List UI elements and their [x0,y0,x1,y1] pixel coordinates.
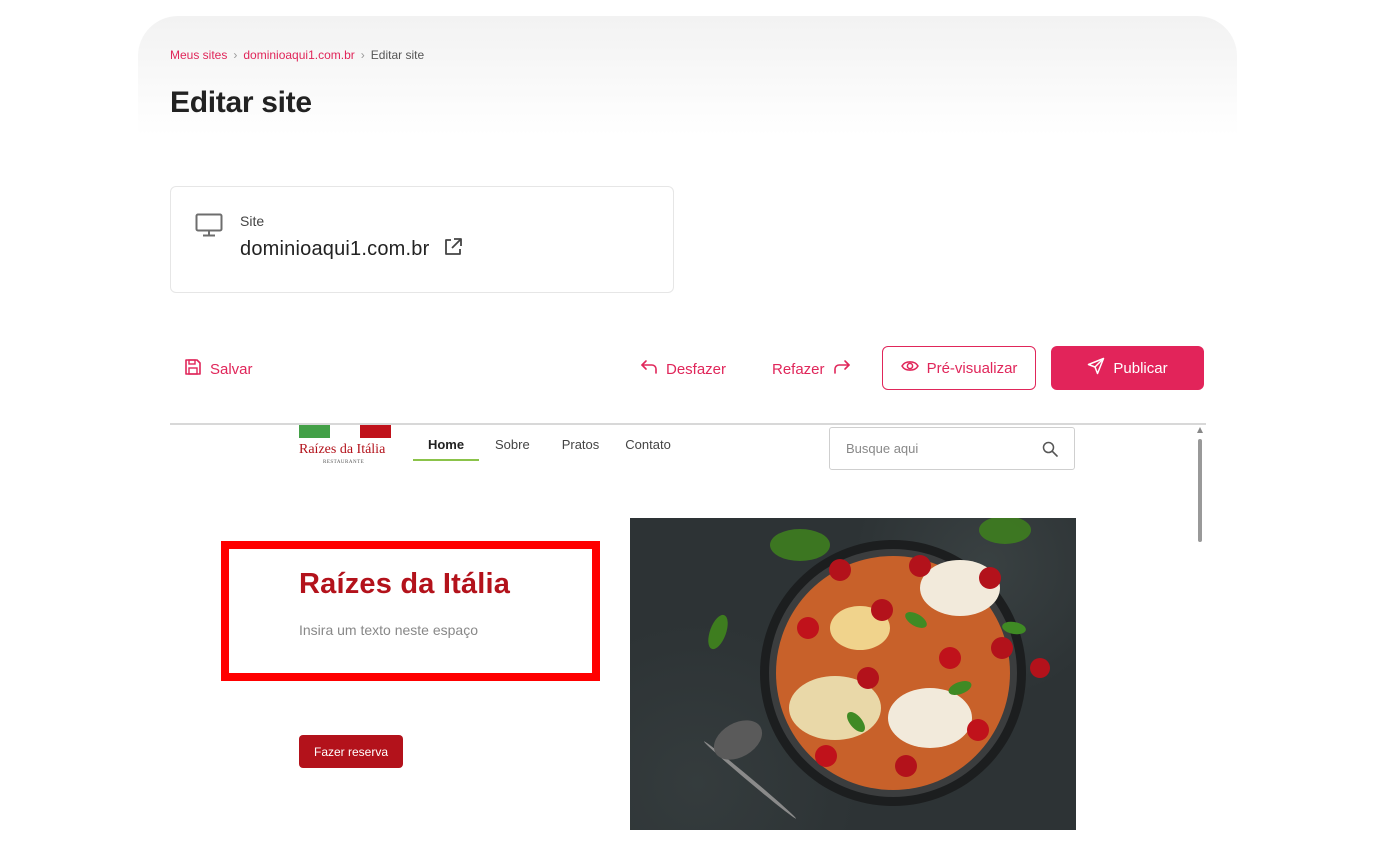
breadcrumb-current: Editar site [370,48,425,62]
external-link-icon[interactable] [443,237,463,262]
save-label: Salvar [210,360,253,378]
hero-title[interactable]: Raízes da Itália [299,568,510,601]
save-icon [184,358,202,380]
breadcrumb-meus-sites[interactable]: Meus sites [170,48,227,62]
redo-button[interactable]: Refazer [772,358,851,380]
nav-item-pratos[interactable]: Pratos [562,437,600,461]
nav-item-sobre[interactable]: Sobre [495,437,530,461]
chevron-right-icon: › [360,48,365,62]
redo-label: Refazer [772,360,825,378]
site-label: Site [240,213,265,229]
site-domain: dominioaqui1.com.br [240,238,430,260]
undo-label: Desfazer [666,360,727,378]
nav-item-home[interactable]: Home [413,437,479,461]
flag-green-stripe [299,425,330,438]
site-card: Site dominioaqui1.com.br [170,186,674,293]
send-icon [1087,357,1105,379]
chevron-right-icon: › [233,48,238,62]
flag-red-stripe [360,425,391,438]
selection-frame [221,541,600,681]
breadcrumb-domain[interactable]: dominioaqui1.com.br [243,48,354,62]
preview-button[interactable]: Pré-visualizar [882,346,1036,390]
scroll-thumb[interactable] [1198,439,1202,542]
redo-icon [833,359,851,379]
site-editor-canvas[interactable]: Raízes da Itália RESTAURANTE Home Sobre … [170,423,1206,867]
logo-name: Raízes da Itália [299,442,386,457]
page-title: Editar site [170,86,312,119]
pasta-pan-photo[interactable] [630,518,1076,830]
site-nav: Home Sobre Pratos Contato [413,437,671,461]
eye-icon [900,359,919,377]
reservation-button[interactable]: Fazer reserva [299,735,403,768]
site-logo[interactable]: Raízes da Itália RESTAURANTE [299,425,393,469]
breadcrumb: Meus sites › dominioaqui1.com.br › Edita… [170,48,424,62]
preview-label: Pré-visualizar [926,359,1018,377]
scroll-up-arrow-icon[interactable] [1197,427,1203,433]
site-search-box [829,427,1075,470]
logo-subtitle: RESTAURANTE [323,460,365,465]
nav-item-contato[interactable]: Contato [625,437,671,461]
undo-icon [640,359,658,379]
save-button[interactable]: Salvar [184,358,253,380]
monitor-icon [195,213,223,242]
editor-scrollbar[interactable] [1196,427,1204,867]
hero-subtitle[interactable]: Insira um texto neste espaço [299,622,478,638]
publish-button[interactable]: Publicar [1051,346,1204,390]
search-icon[interactable] [1042,441,1058,462]
site-search-input[interactable] [844,440,1038,457]
photo-decoration [704,518,1050,819]
publish-label: Publicar [1113,359,1168,377]
undo-button[interactable]: Desfazer [640,358,726,380]
